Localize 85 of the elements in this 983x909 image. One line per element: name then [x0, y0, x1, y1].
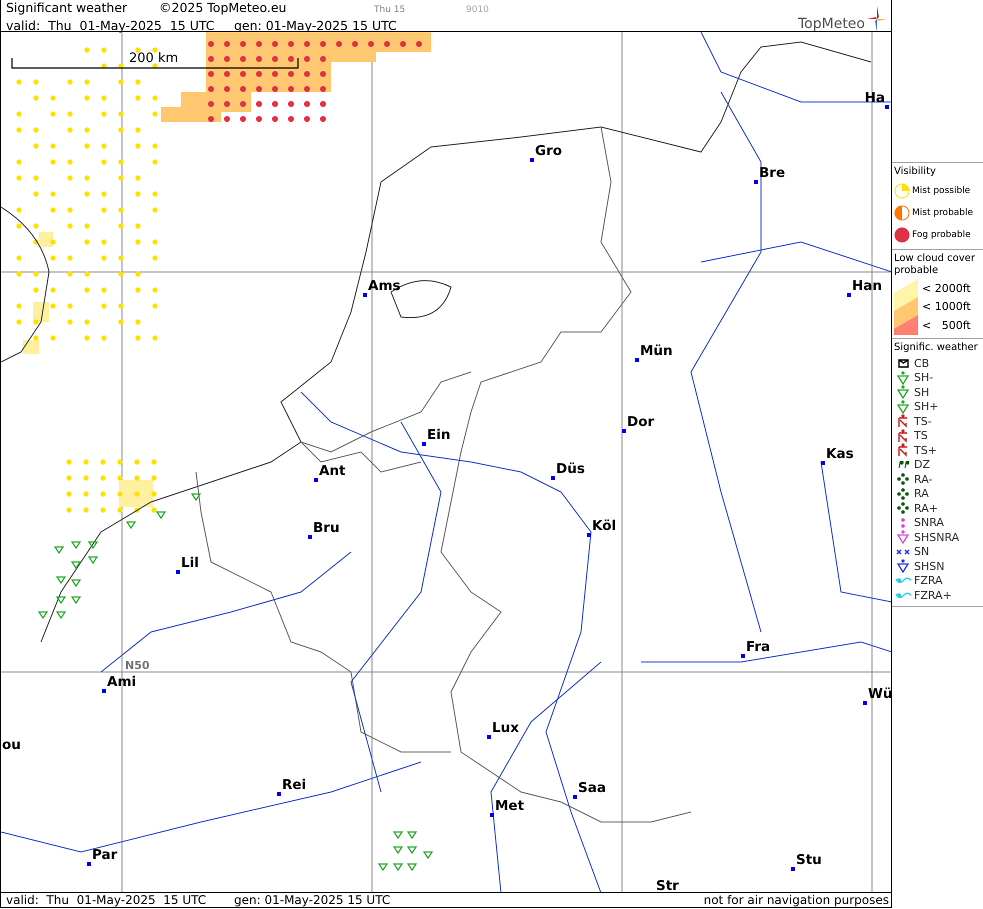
city-label: Ams: [368, 279, 401, 294]
city-label: Par: [92, 848, 118, 863]
city-label: Dor: [627, 415, 654, 430]
city-marker-icon: [622, 429, 626, 433]
city-label: Met: [495, 799, 524, 814]
city-marker-icon: [635, 358, 639, 362]
generated-time-text: gen: 01-May-2025 15 UTC: [234, 893, 392, 907]
legend-label: RA: [914, 487, 929, 500]
city-marker-icon: [487, 735, 491, 739]
city-marker-icon: [847, 293, 851, 297]
legend-label: SH: [914, 386, 930, 399]
city-label: Köl: [592, 519, 616, 534]
legend-label: SH+: [914, 400, 938, 414]
city-marker-icon: [791, 867, 795, 871]
city-marker-icon: [863, 701, 867, 705]
map-title: Significant weather: [6, 0, 128, 15]
legend-label: FZRA: [914, 574, 943, 588]
legend-label: TS+: [914, 444, 937, 457]
city-marker-icon: [102, 689, 106, 693]
city-label: Kas: [826, 447, 854, 462]
city-marker-icon: [277, 792, 281, 796]
city-label: Rei: [282, 778, 306, 793]
city-marker-icon: [885, 105, 889, 109]
legend-label: RA-: [914, 472, 932, 486]
city-label: Gro: [535, 144, 562, 159]
city-marker-icon: [741, 654, 745, 658]
compass-star-icon: [867, 6, 887, 32]
logo-text: TopMeteo: [798, 16, 865, 32]
legend-heading: Visibility: [894, 166, 937, 178]
city-marker-icon: [314, 478, 318, 482]
city-label: Mün: [640, 344, 673, 359]
legend-label: Mist probable: [912, 208, 974, 218]
legend-label: CB: [914, 356, 930, 370]
legend-label: TS-: [914, 414, 932, 428]
legend-label: SNRA: [914, 516, 944, 530]
city-label: Düs: [556, 462, 585, 477]
legend-label: Fog probable: [912, 230, 971, 240]
city-marker-icon: [422, 442, 426, 446]
city-marker-icon: [754, 180, 758, 184]
legend-label: < 2000ft: [922, 282, 972, 295]
city-marker-icon: [490, 813, 494, 817]
legend-label: SN: [914, 545, 930, 558]
valid-time-text: valid: Thu 01-May-2025 15 UTC: [6, 18, 216, 33]
legend-label: SH-: [914, 371, 934, 384]
color-ramp-icon: [894, 279, 918, 335]
legend-label: < 500ft: [922, 319, 972, 332]
city-label: Wü: [868, 687, 891, 702]
legend-heading: Signific. weather: [894, 342, 979, 354]
city-marker-icon: [530, 158, 534, 162]
city-label: Lux: [492, 721, 519, 736]
city-label: Bru: [313, 521, 340, 536]
legend-label: SHSN: [914, 560, 944, 573]
city-label: Ant: [319, 464, 346, 479]
city-marker-icon: [573, 795, 577, 799]
city-label: Saa: [578, 781, 606, 796]
city-label: Lil: [181, 556, 199, 571]
legend-label: Mist possible: [912, 186, 970, 196]
scale-label: 200 km: [129, 51, 178, 66]
city-marker-icon: [551, 476, 555, 480]
city-label: Fra: [746, 640, 770, 655]
latitude-label: N50: [125, 659, 150, 672]
city-marker-icon: [587, 533, 591, 537]
city-label: Ami: [107, 675, 136, 690]
disclaimer-text: not for air navigation purposes: [704, 893, 889, 907]
city-marker-icon: [363, 293, 367, 297]
city-label: Ein: [427, 428, 450, 443]
city-label: ou: [2, 738, 21, 753]
legend-heading: Low cloud cover probable: [894, 253, 976, 277]
legend-label: RA+: [914, 502, 938, 515]
valid-time-text: valid: Thu 01-May-2025 15 UTC: [6, 893, 208, 907]
city-marker-icon: [821, 461, 825, 465]
city-label: Str: [656, 879, 679, 892]
copyright-text: ©2025 TopMeteo.eu: [159, 0, 288, 15]
legend-label: DZ: [914, 458, 930, 472]
legend-label: < 1000ft: [922, 300, 972, 314]
legend-label: SHSNRA: [914, 530, 960, 544]
forecast-time-text: Thu 15: [374, 4, 406, 17]
legend-label: FZRA+: [914, 588, 952, 602]
city-marker-icon: [176, 570, 180, 574]
legend-label: TS: [914, 429, 928, 442]
code-text: 9010: [466, 4, 489, 17]
city-label: Stu: [796, 853, 822, 868]
city-label: Han: [852, 279, 882, 294]
city-marker-icon: [308, 535, 312, 539]
city-marker-icon: [87, 862, 91, 866]
